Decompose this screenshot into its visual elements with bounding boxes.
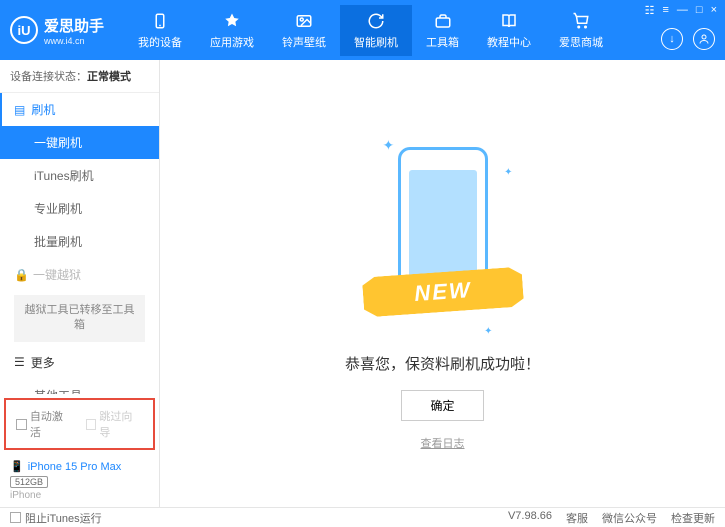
app-title: 爱思助手 xyxy=(44,15,104,36)
nav-my-device[interactable]: 我的设备 xyxy=(124,5,196,56)
phone-icon xyxy=(150,11,170,31)
apps-icon xyxy=(222,11,242,31)
device-status: 设备连接状态：正常模式 xyxy=(0,60,159,93)
menu-icon[interactable]: ≡ xyxy=(662,4,668,17)
section-more[interactable]: ☰ 更多 xyxy=(0,346,159,379)
lock-icon: 🔒 xyxy=(14,268,29,282)
window-controls: ☷ ≡ — □ × xyxy=(645,4,717,17)
phone-icon: 📱 xyxy=(10,460,24,473)
ok-button[interactable]: 确定 xyxy=(401,390,483,421)
version-label: V7.98.66 xyxy=(508,510,552,526)
nav-store[interactable]: 爱思商城 xyxy=(545,5,617,56)
more-icon: ☰ xyxy=(14,355,25,369)
download-button[interactable]: ↓ xyxy=(661,28,683,50)
refresh-icon xyxy=(366,11,386,31)
nav-apps-games[interactable]: 应用游戏 xyxy=(196,5,268,56)
logo-icon: iU xyxy=(10,16,38,44)
block-itunes-checkbox[interactable]: 阻止iTunes运行 xyxy=(10,510,102,526)
section-flash[interactable]: ▤ 刷机 xyxy=(0,93,159,126)
nav-toolbox[interactable]: 工具箱 xyxy=(412,5,473,56)
list-icon: ▤ xyxy=(14,103,25,117)
footer-link-support[interactable]: 客服 xyxy=(566,510,588,526)
image-icon xyxy=(294,11,314,31)
section-jailbreak: 🔒 一键越狱 xyxy=(0,258,159,291)
device-name[interactable]: 📱 iPhone 15 Pro Max xyxy=(10,460,149,473)
book-icon xyxy=(499,11,519,31)
main-content: ✦ ✦ ✦ NEW 恭喜您，保资料刷机成功啦！ 确定 查看日志 xyxy=(160,60,725,507)
sidebar-item-oneclick-flash[interactable]: 一键刷机 xyxy=(0,126,159,159)
success-illustration: ✦ ✦ ✦ NEW xyxy=(383,137,503,337)
success-message: 恭喜您，保资料刷机成功啦！ xyxy=(345,353,540,374)
footer-link-update[interactable]: 检查更新 xyxy=(671,510,715,526)
nav-ringtones[interactable]: 铃声壁纸 xyxy=(268,5,340,56)
nav-smart-flash[interactable]: 智能刷机 xyxy=(340,5,412,56)
logo: iU 爱思助手 www.i4.cn xyxy=(10,15,104,46)
device-info: 📱 iPhone 15 Pro Max 512GB iPhone xyxy=(0,454,159,507)
options-highlight: 自动激活 跳过向导 xyxy=(4,398,155,450)
auto-activate-checkbox[interactable]: 自动激活 xyxy=(16,408,74,440)
main-nav: 我的设备 应用游戏 铃声壁纸 智能刷机 工具箱 教程中心 爱思商城 xyxy=(124,5,715,56)
device-capacity: 512GB xyxy=(10,476,48,488)
sidebar-item-itunes-flash[interactable]: iTunes刷机 xyxy=(0,159,159,192)
nav-tutorials[interactable]: 教程中心 xyxy=(473,5,545,56)
view-log-link[interactable]: 查看日志 xyxy=(421,435,465,451)
sidebar-item-batch-flash[interactable]: 批量刷机 xyxy=(0,225,159,258)
footer-link-wechat[interactable]: 微信公众号 xyxy=(602,510,657,526)
sidebar-item-other-tools[interactable]: 其他工具 xyxy=(0,379,159,394)
sidebar: 设备连接状态：正常模式 ▤ 刷机 一键刷机 iTunes刷机 专业刷机 批量刷机… xyxy=(0,60,160,507)
toolbox-icon xyxy=(433,11,453,31)
user-button[interactable] xyxy=(693,28,715,50)
footer: 阻止iTunes运行 V7.98.66 客服 微信公众号 检查更新 xyxy=(0,507,725,527)
skin-icon[interactable]: ☷ xyxy=(645,4,655,17)
sidebar-item-pro-flash[interactable]: 专业刷机 xyxy=(0,192,159,225)
device-model: iPhone xyxy=(10,490,149,501)
cart-icon xyxy=(571,11,591,31)
jailbreak-note: 越狱工具已转移至工具箱 xyxy=(14,295,145,342)
maximize-icon[interactable]: □ xyxy=(696,4,703,17)
close-icon[interactable]: × xyxy=(711,4,717,17)
app-header: iU 爱思助手 www.i4.cn 我的设备 应用游戏 铃声壁纸 智能刷机 工具… xyxy=(0,0,725,60)
app-url: www.i4.cn xyxy=(44,36,104,46)
skip-guide-checkbox[interactable]: 跳过向导 xyxy=(86,408,144,440)
minimize-icon[interactable]: — xyxy=(677,4,688,17)
new-banner: NEW xyxy=(361,266,523,317)
